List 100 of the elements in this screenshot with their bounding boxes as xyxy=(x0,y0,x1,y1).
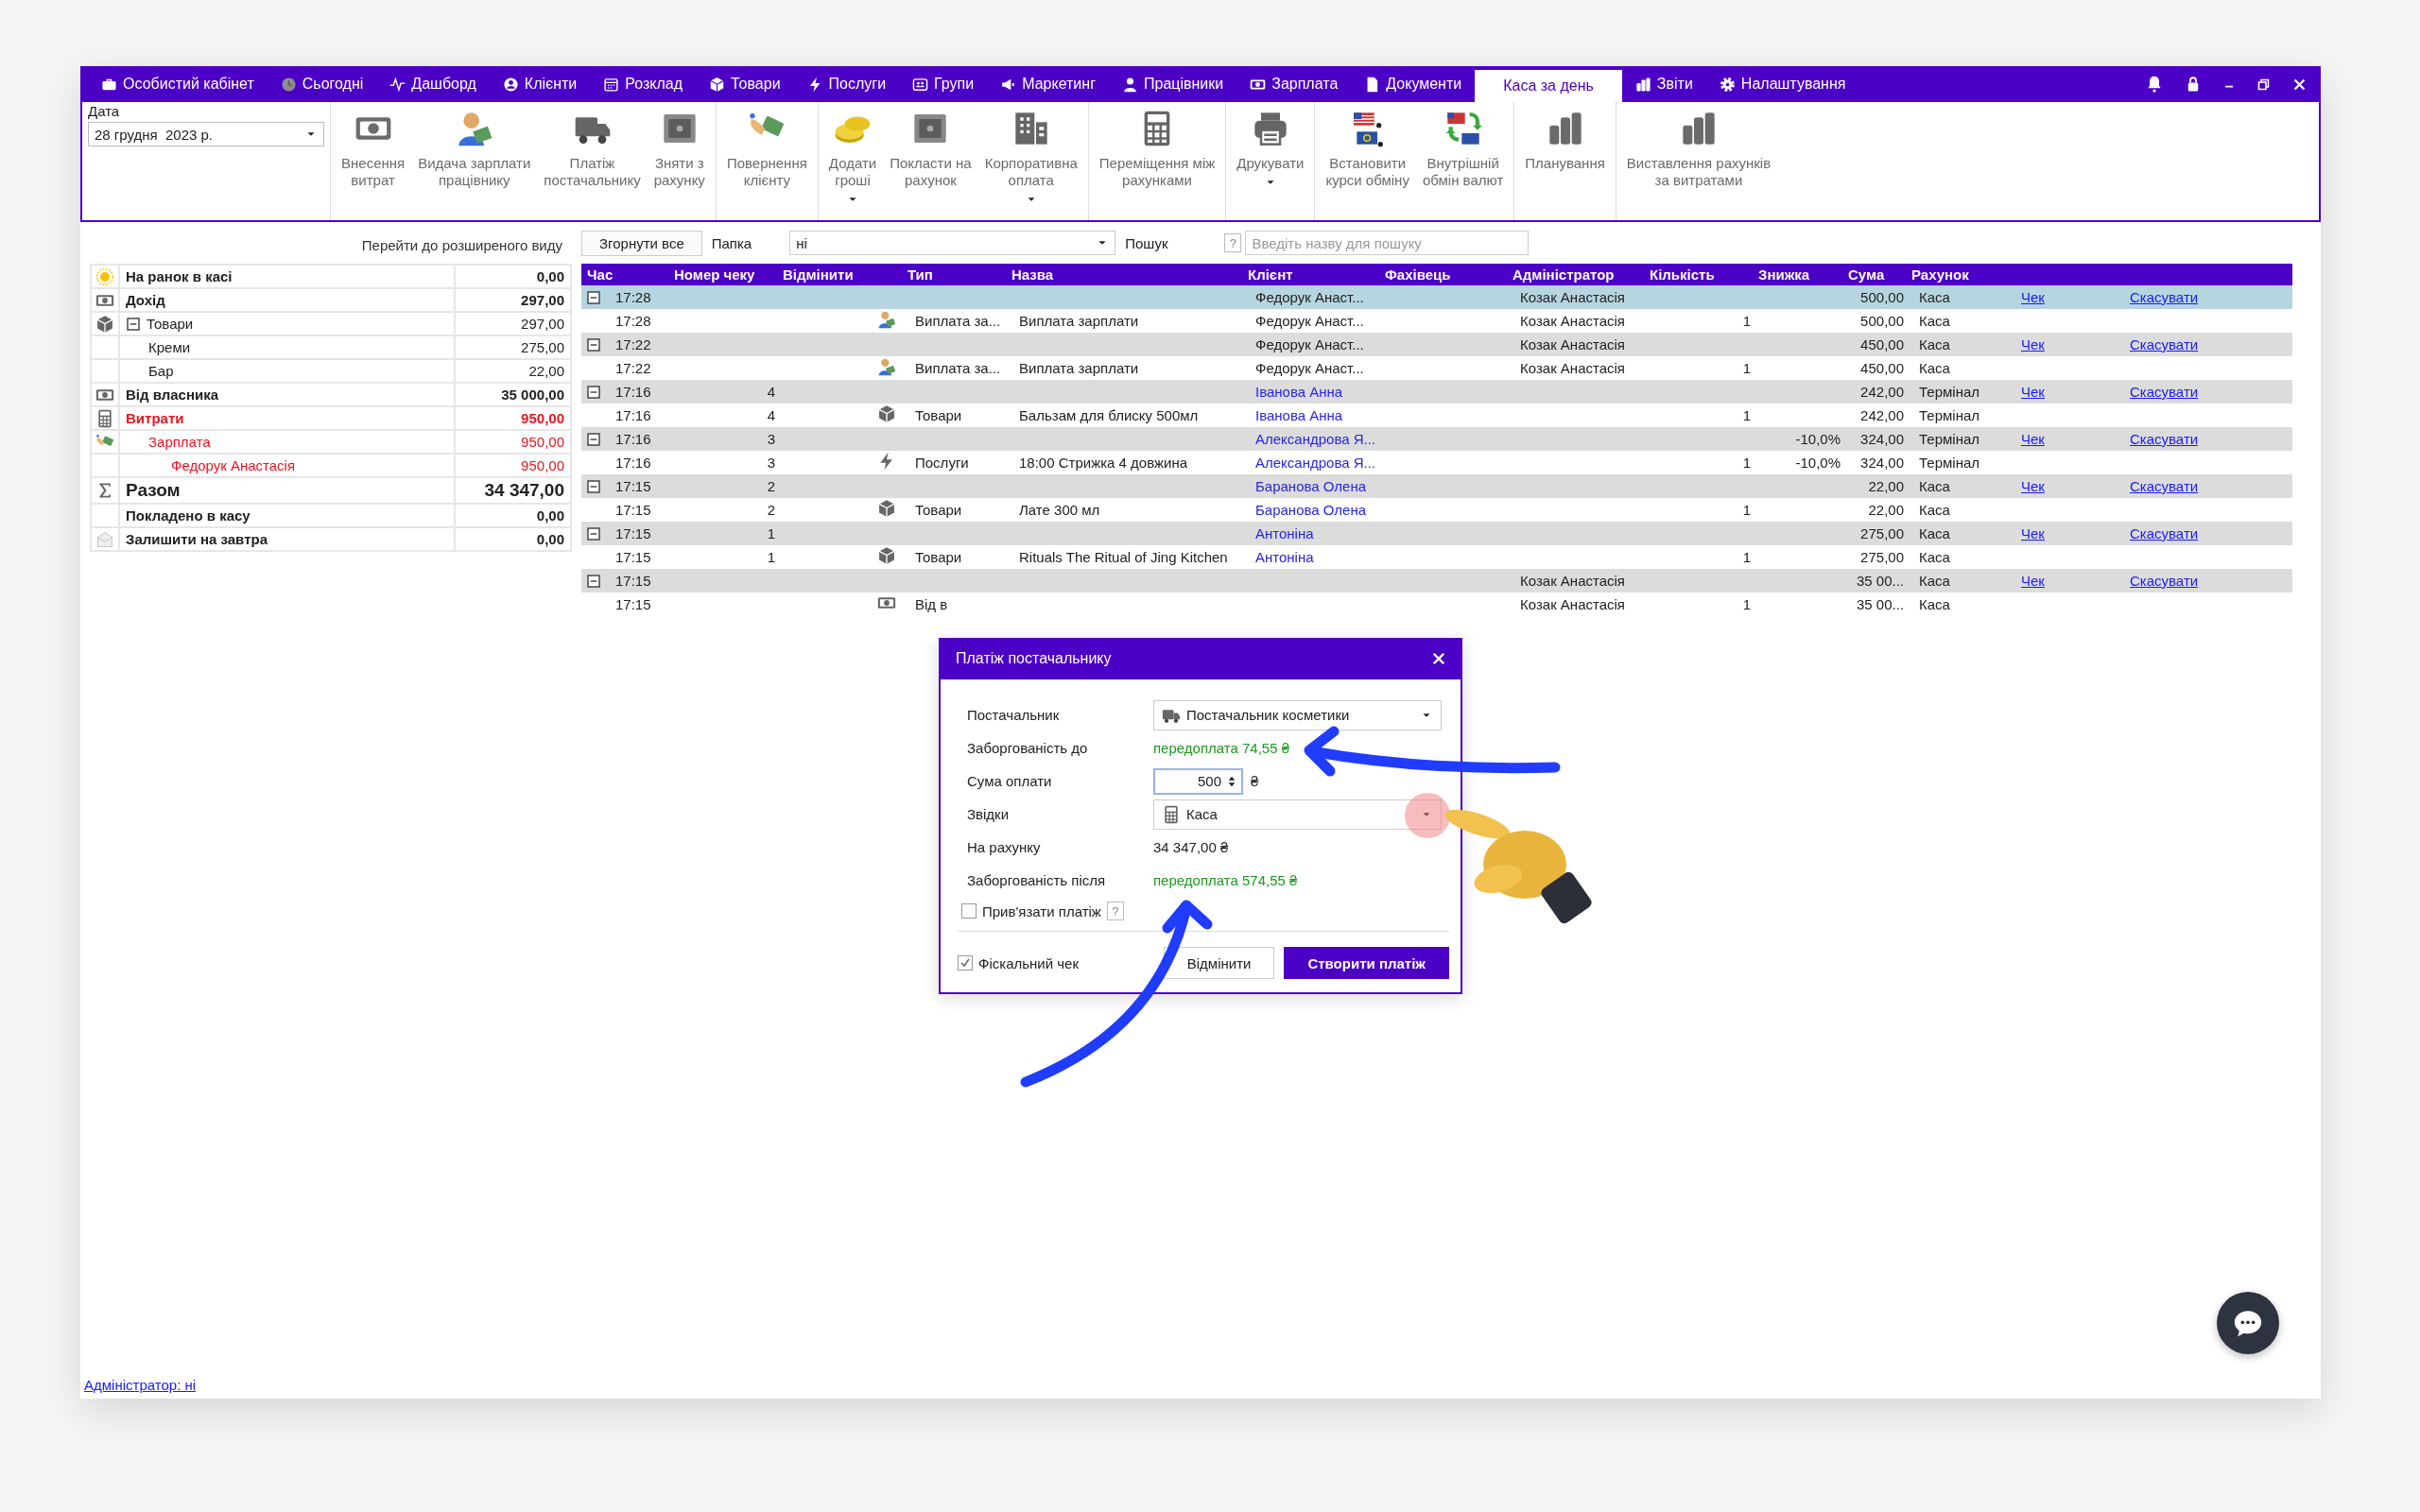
dropdown-field[interactable]: Каса xyxy=(1153,799,1442,830)
table-cell-text: 242,00 xyxy=(1860,384,1905,400)
help-button[interactable]: ? xyxy=(1224,233,1242,252)
toolbar-button[interactable]: Друкувати xyxy=(1230,106,1311,216)
table-row[interactable]: 17:16 3 Александрова Я... -10,0% 324,00 Термінал Чек Скасувати xyxy=(581,427,2292,451)
table-cell-text: 450,00 xyxy=(1860,336,1905,352)
table-cell-text: Термінал xyxy=(1918,407,1981,423)
nav-tab[interactable]: Звіти xyxy=(1621,66,1706,102)
receipt-link[interactable]: Чек xyxy=(2004,384,2045,400)
administrator-link[interactable]: Адміністратор: ні xyxy=(84,1377,197,1393)
collapse-icon[interactable] xyxy=(586,478,601,494)
table-cell-text: Бальзам для блиску 500мл xyxy=(1018,407,1200,423)
restore-icon[interactable] xyxy=(2256,77,2271,92)
toolbar-button[interactable]: Планування xyxy=(1518,106,1612,216)
nav-tab[interactable]: Клієнти xyxy=(489,66,591,102)
nav-tab[interactable]: Особистий кабінет xyxy=(88,66,268,102)
nav-tab[interactable]: Налаштування xyxy=(1705,66,1859,102)
column-header: Відмінити xyxy=(783,266,855,283)
toolbar-button[interactable]: Повернення клієнту xyxy=(719,106,814,216)
receipt-link[interactable]: Чек xyxy=(2004,573,2045,589)
toolbar-button[interactable]: Внутрішній обмін валют xyxy=(1415,106,1511,216)
table-row[interactable]: 17:15 2 Баранова Олена 22,00 Каса Чек Скасувати xyxy=(581,474,2292,498)
receipt-link[interactable]: Чек xyxy=(2004,478,2045,494)
summary-value: 0,00 xyxy=(536,507,564,524)
summary-value: 297,00 xyxy=(521,316,564,332)
checkbox[interactable] xyxy=(958,955,973,971)
table-cell-text: 2 xyxy=(767,502,776,518)
column-header: Тип xyxy=(908,266,934,283)
nav-tab[interactable]: Зарплата xyxy=(1236,66,1352,102)
collapse-all-button[interactable]: Згорнути все xyxy=(581,230,702,256)
cancel-link[interactable]: Скасувати xyxy=(2113,525,2199,541)
bar-chart-icon xyxy=(1634,76,1651,93)
receipt-link[interactable]: Чек xyxy=(2004,336,2045,352)
collapse-icon[interactable] xyxy=(586,525,601,541)
toolbar-button[interactable]: Переміщення між рахунками xyxy=(1092,106,1222,216)
envelope-icon xyxy=(95,529,114,549)
table-row[interactable]: 17:15 1 Антоніна 275,00 Каса Чек Скасувати xyxy=(581,522,2292,545)
chat-button[interactable] xyxy=(2217,1292,2279,1354)
number-field[interactable]: 500 xyxy=(1153,767,1243,795)
nav-tab[interactable]: Документи xyxy=(1351,66,1476,102)
collapse-icon[interactable] xyxy=(586,431,601,447)
nav-tab[interactable]: Розклад xyxy=(590,66,697,102)
cancel-link[interactable]: Скасувати xyxy=(2113,336,2199,352)
toolbar-button[interactable]: Платіж постачальнику xyxy=(537,106,648,216)
table-cell-text: 17:15 xyxy=(614,525,652,541)
column-header: Кількість xyxy=(1650,266,1716,283)
dropdown-field[interactable]: Постачальник косметики xyxy=(1153,699,1442,730)
cancel-link[interactable]: Скасувати xyxy=(2113,573,2199,589)
folder-select[interactable]: ні xyxy=(789,231,1116,255)
table-row[interactable]: 17:15 Козак Анастасія 35 00... Каса Чек Скасувати xyxy=(581,569,2292,593)
nav-tab[interactable]: Каса за день xyxy=(1475,70,1622,102)
cube-icon xyxy=(876,404,896,423)
checkbox-label: Прив'язати платіж xyxy=(982,902,1101,919)
nav-tab[interactable]: Працівники xyxy=(1109,66,1237,102)
nav-tab[interactable]: Маркетинг xyxy=(987,66,1109,102)
collapse-icon[interactable] xyxy=(126,316,141,332)
table-cell-text: Каса xyxy=(1918,289,1951,305)
summary-value: 950,00 xyxy=(521,410,564,426)
create-button[interactable]: Створити платіж xyxy=(1284,947,1449,979)
table-cell-text: -10,0% xyxy=(1795,431,1841,447)
table-row[interactable]: 17:28 Федорук Анаст... Козак Анастасія 500,00 Каса Чек Скасувати xyxy=(581,285,2292,309)
extended-view-link[interactable]: Перейти до розширеного виду xyxy=(361,237,562,258)
toolbar-button[interactable]: Зняти з рахунку xyxy=(647,106,712,216)
cancel-link[interactable]: Скасувати xyxy=(2113,289,2199,305)
toolbar-button[interactable]: Покласти на рахунок xyxy=(883,106,978,216)
help-button[interactable]: ? xyxy=(1106,902,1124,920)
cancel-link[interactable]: Скасувати xyxy=(2113,384,2199,400)
toolbar-button[interactable]: Встановити курси обміну xyxy=(1319,106,1416,216)
table-cell-text: Послуги xyxy=(914,455,970,471)
cancel-link[interactable]: Скасувати xyxy=(2113,431,2199,447)
checkbox[interactable] xyxy=(961,903,977,919)
collapse-icon[interactable] xyxy=(586,573,601,589)
nav-tab[interactable]: Сьогодні xyxy=(267,66,377,102)
nav-tab[interactable]: Дашборд xyxy=(376,66,490,102)
receipt-link[interactable]: Чек xyxy=(2004,431,2045,447)
toolbar-button[interactable]: Видача зарплати працівнику xyxy=(411,106,538,216)
collapse-icon[interactable] xyxy=(586,336,601,352)
date-picker[interactable]: 28 грудня 2023 р. xyxy=(88,122,324,146)
cancel-link[interactable]: Скасувати xyxy=(2113,478,2199,494)
table-cell-text: Rituals The Ritual of Jing Kitchen xyxy=(1018,549,1229,565)
summary-value: 275,00 xyxy=(521,339,564,355)
toolbar-button[interactable]: Додати гроші xyxy=(821,106,884,216)
collapse-icon[interactable] xyxy=(586,384,601,400)
nav-tab[interactable]: Групи xyxy=(899,66,988,102)
nav-tab[interactable]: Товари xyxy=(696,66,794,102)
table-row[interactable]: 17:22 Федорук Анаст... Козак Анастасія 450,00 Каса Чек Скасувати xyxy=(581,333,2292,356)
nav-tab[interactable]: Послуги xyxy=(793,66,900,102)
table-row[interactable]: 17:16 4 Іванова Анна 242,00 Термінал Чек Скасувати xyxy=(581,380,2292,404)
toolbar-button[interactable]: Виставлення рахунків за витратами xyxy=(1619,106,1778,216)
collapse-icon[interactable] xyxy=(586,289,601,305)
table-cell-text: 17:15 xyxy=(614,478,652,494)
receipt-link[interactable]: Чек xyxy=(2004,525,2045,541)
column-header: Знижка xyxy=(1758,266,1811,283)
cancel-button[interactable]: Відмінити xyxy=(1163,947,1275,979)
search-field[interactable]: Введіть назву для пошуку xyxy=(1245,231,1530,255)
toolbar-button[interactable]: Корпоративна оплата xyxy=(977,106,1084,216)
toolbar-button[interactable]: Внесення витрат xyxy=(335,106,412,216)
settings-icon xyxy=(1719,76,1736,93)
close-button[interactable] xyxy=(1430,650,1447,667)
receipt-link[interactable]: Чек xyxy=(2004,289,2045,305)
